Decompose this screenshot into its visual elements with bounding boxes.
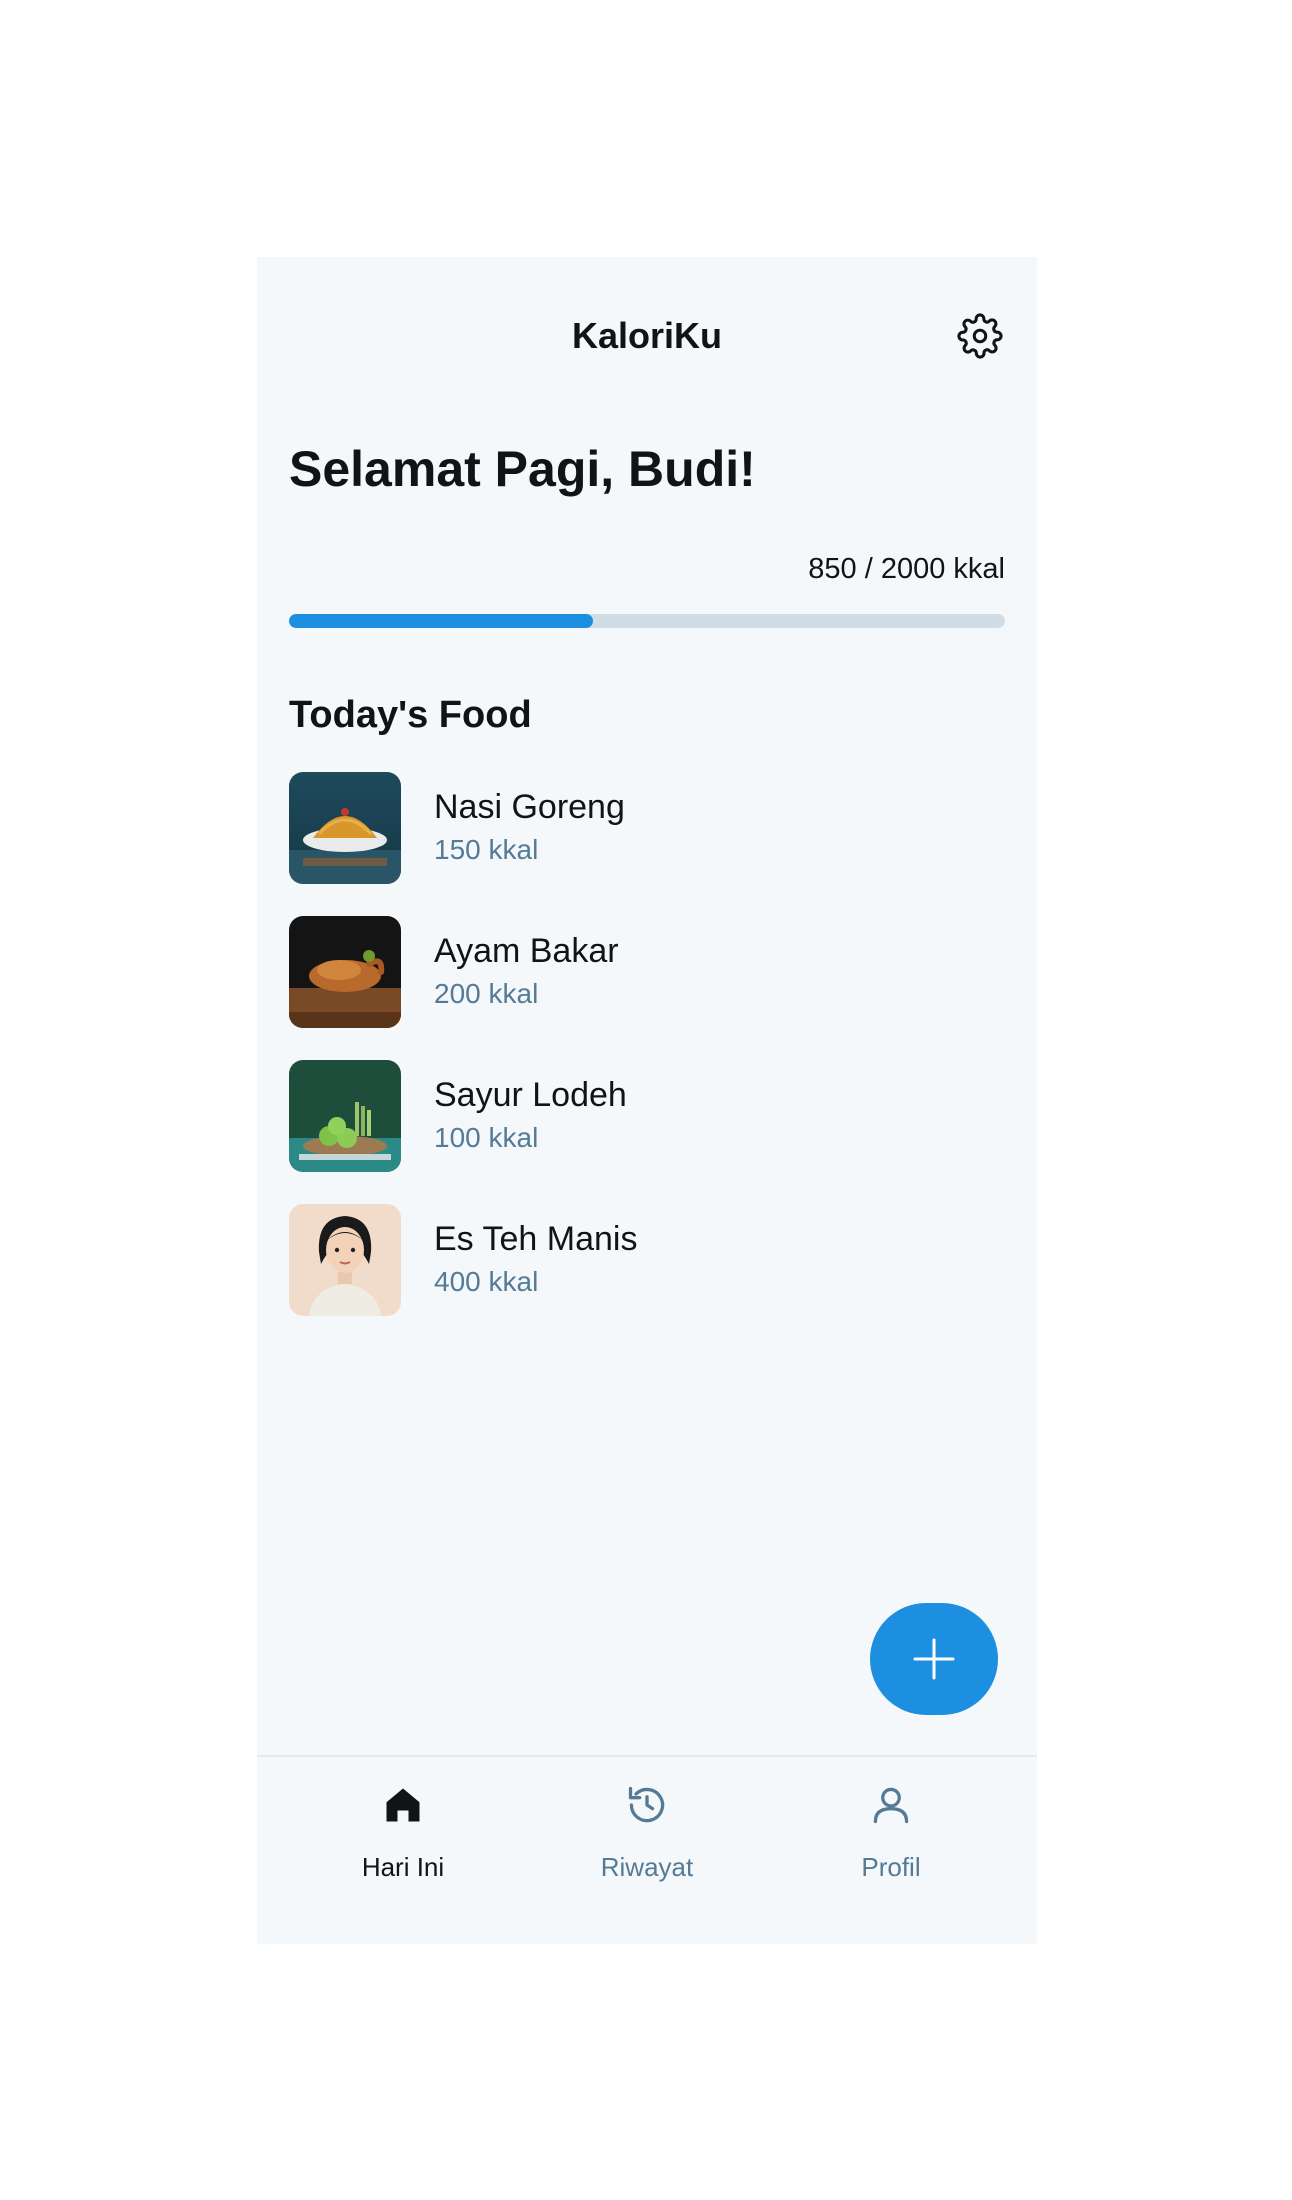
nav-item-profil[interactable]: Profil	[791, 1757, 991, 1944]
food-item-es-teh-manis[interactable]: Es Teh Manis 400 kkal	[289, 1204, 1005, 1316]
grilled-chicken-photo	[289, 916, 401, 1028]
food-calories: 200 kkal	[434, 978, 539, 1009]
food-name: Ayam Bakar	[434, 932, 619, 970]
food-name: Nasi Goreng	[434, 788, 625, 826]
food-item-nasi-goreng[interactable]: Nasi Goreng 150 kkal	[289, 772, 1005, 884]
food-calories: 400 kkal	[434, 1266, 539, 1297]
food-calories: 150 kkal	[434, 834, 539, 865]
top-bar: KaloriKu	[257, 257, 1037, 407]
nav-label: Hari Ini	[361, 1852, 445, 1882]
fried-rice-photo	[289, 772, 401, 884]
calorie-progress-fill	[289, 614, 594, 628]
food-item-ayam-bakar[interactable]: Ayam Bakar 200 kkal	[289, 916, 1005, 1028]
calorie-progress-bar	[289, 614, 1005, 628]
bottom-nav: Hari Ini Riwayat Profil	[257, 1757, 1037, 1944]
gear-icon[interactable]	[957, 313, 1003, 359]
home-icon	[386, 1788, 420, 1822]
calorie-progress-text: 850 / 2000 kkal	[808, 553, 1005, 585]
section-title: Today's Food	[289, 694, 532, 736]
food-name: Sayur Lodeh	[434, 1076, 627, 1114]
food-list: Nasi Goreng 150 kkal Ayam Bakar 200 kkal	[289, 772, 1005, 1348]
nav-label: Profil	[861, 1852, 921, 1882]
plus-icon	[913, 1638, 955, 1680]
food-name: Es Teh Manis	[434, 1220, 638, 1258]
history-icon	[628, 1786, 665, 1823]
user-icon	[873, 1787, 909, 1824]
nav-item-riwayat[interactable]: Riwayat	[547, 1757, 747, 1944]
app-screen: KaloriKu Selamat Pagi, Budi! 850 / 2000 …	[257, 257, 1037, 1944]
nav-label: Riwayat	[600, 1852, 694, 1882]
app-title: KaloriKu	[571, 315, 722, 356]
greeting-heading: Selamat Pagi, Budi!	[289, 441, 756, 497]
add-food-button[interactable]	[870, 1603, 998, 1715]
vegetables-photo	[289, 1060, 401, 1172]
nav-item-hari-ini[interactable]: Hari Ini	[303, 1757, 503, 1944]
portrait-illustration	[289, 1204, 401, 1316]
food-calories: 100 kkal	[434, 1122, 539, 1153]
food-item-sayur-lodeh[interactable]: Sayur Lodeh 100 kkal	[289, 1060, 1005, 1172]
